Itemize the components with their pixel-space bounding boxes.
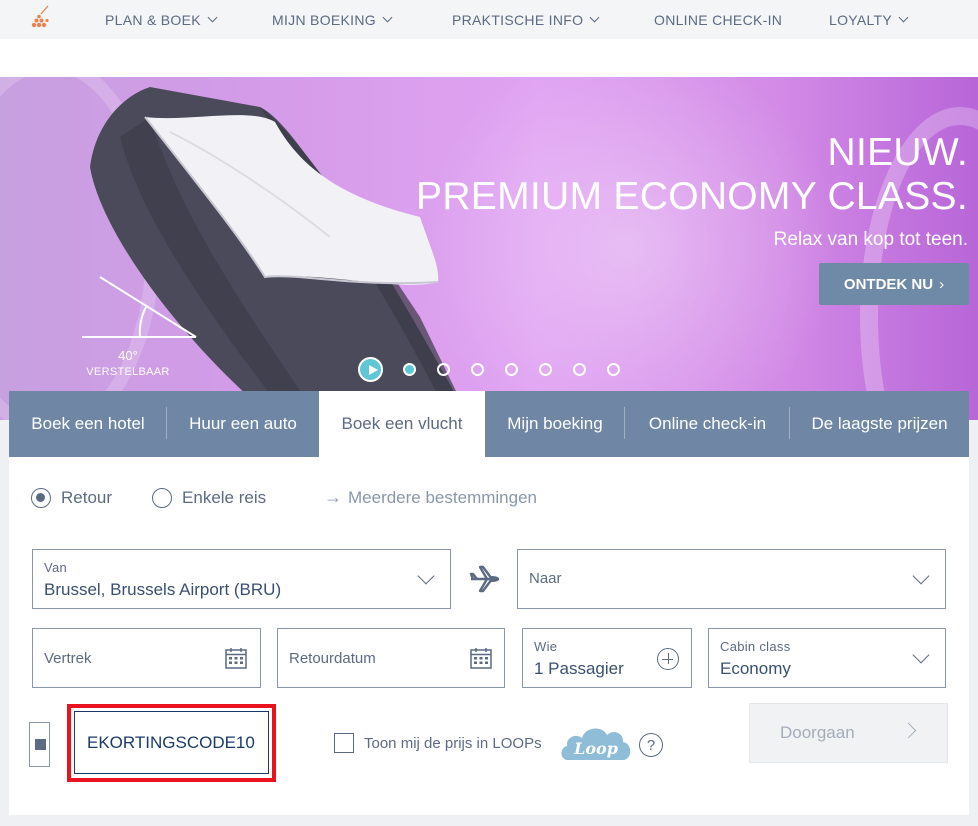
- chevron-down-icon: [912, 567, 930, 585]
- continue-label: Doorgaan: [780, 723, 855, 742]
- carousel-dot[interactable]: [607, 362, 620, 376]
- passengers-field[interactable]: Wie 1 Passagier: [522, 628, 692, 688]
- carousel-dot[interactable]: [573, 362, 586, 376]
- calendar-icon: [225, 648, 247, 669]
- departure-placeholder: Vertrek: [44, 650, 92, 667]
- hero-title: NIEUW. PREMIUM ECONOMY CLASS.: [416, 131, 968, 219]
- cabin-class-field[interactable]: Cabin class Economy: [708, 628, 946, 688]
- chevron-right-icon: ›: [939, 275, 945, 293]
- booking-tabs: Boek een hotel Huur een auto Boek een vl…: [9, 391, 969, 457]
- loops-label[interactable]: Toon mij de prijs in LOOPs: [364, 735, 542, 752]
- nav-label: ONLINE CHECK-IN: [654, 11, 783, 28]
- origin-field[interactable]: Van Brussel, Brussels Airport (BRU): [32, 549, 451, 609]
- tab-book-flight[interactable]: Boek een vlucht: [319, 391, 485, 457]
- carousel-controls: [358, 356, 620, 382]
- nav-label: PLAN & BOEK: [105, 11, 201, 28]
- carousel-dot[interactable]: [471, 362, 484, 376]
- loop-logo-text: Loop: [573, 739, 618, 758]
- multi-city-link[interactable]: → Meerdere bestemmingen: [324, 487, 537, 508]
- nav-label: PRAKTISCHE INFO: [452, 11, 584, 28]
- destination-placeholder: Naar: [529, 570, 562, 587]
- tab-rent-car[interactable]: Huur een auto: [167, 391, 319, 457]
- nav-mijn-boeking[interactable]: MIJN BOEKING: [272, 0, 393, 39]
- radio-retour-label[interactable]: Retour: [61, 488, 112, 508]
- return-date-field[interactable]: Retourdatum: [277, 628, 505, 688]
- hero-subtitle: Relax van kop tot teen.: [773, 229, 968, 250]
- passengers-value: 1 Passagier: [534, 659, 624, 678]
- nav-praktische-info[interactable]: PRAKTISCHE INFO: [452, 0, 600, 39]
- chevron-down-icon: [589, 12, 600, 23]
- radio-one-way[interactable]: [152, 488, 173, 508]
- angle-caption: VERSTELBAAR: [86, 366, 170, 378]
- radio-one-way-label[interactable]: Enkele reis: [182, 488, 266, 508]
- origin-value: Brussel, Brussels Airport (BRU): [44, 580, 282, 599]
- chevron-right-icon: [900, 722, 917, 739]
- airplane-icon: [469, 565, 499, 593]
- airline-logo-icon[interactable]: [26, 3, 54, 31]
- origin-label: Van: [44, 560, 68, 575]
- radio-retour[interactable]: [31, 488, 51, 508]
- header-spacer: [0, 39, 978, 77]
- nav-label: MIJN BOEKING: [272, 11, 376, 28]
- chevron-down-icon: [417, 567, 435, 585]
- continue-button[interactable]: Doorgaan: [749, 703, 948, 763]
- passengers-label: Wie: [534, 639, 558, 654]
- promo-code-input[interactable]: [74, 711, 269, 774]
- carousel-dot[interactable]: [539, 362, 552, 376]
- carousel-dot[interactable]: [403, 362, 416, 376]
- tab-label: Boek een hotel: [31, 414, 145, 433]
- help-icon[interactable]: ?: [639, 733, 663, 757]
- chevron-down-icon: [912, 646, 930, 664]
- chevron-down-icon: [898, 12, 909, 23]
- hero-title-line2: PREMIUM ECONOMY CLASS.: [416, 175, 968, 218]
- chevron-down-icon: [207, 12, 218, 23]
- cabin-class-value: Economy: [720, 659, 791, 678]
- arrow-right-icon: →: [324, 487, 342, 507]
- destination-field[interactable]: Naar: [517, 549, 946, 609]
- tab-label: De laagste prijzen: [811, 414, 948, 433]
- hero-title-line1: NIEUW.: [827, 131, 968, 174]
- nav-loyalty[interactable]: LOYALTY: [829, 0, 909, 39]
- tab-label: Boek een vlucht: [341, 414, 463, 433]
- nav-plan-boek[interactable]: PLAN & BOEK: [105, 0, 218, 39]
- cabin-class-label: Cabin class: [720, 639, 791, 654]
- top-navigation: PLAN & BOEK MIJN BOEKING PRAKTISCHE INFO…: [0, 0, 978, 39]
- angle-value: 40°: [118, 348, 138, 363]
- return-date-placeholder: Retourdatum: [289, 650, 376, 667]
- nav-label: LOYALTY: [829, 11, 893, 28]
- chevron-down-icon: [382, 12, 393, 23]
- tab-label: Mijn boeking: [507, 414, 603, 433]
- tab-book-hotel[interactable]: Boek een hotel: [9, 391, 167, 457]
- loops-option[interactable]: Toon mij de prijs in LOOPs: [334, 733, 542, 753]
- tab-lowest-prices[interactable]: De laagste prijzen: [790, 391, 969, 457]
- loop-logo-icon: Loop: [561, 728, 631, 760]
- calendar-icon: [470, 648, 492, 669]
- carousel-dot[interactable]: [505, 362, 518, 376]
- tab-label: Huur een auto: [189, 414, 297, 433]
- nav-online-check-in[interactable]: ONLINE CHECK-IN: [654, 0, 782, 39]
- hero-banner[interactable]: 40° VERSTELBAAR NIEUW. PREMIUM ECONOMY C…: [0, 77, 978, 420]
- discover-now-button[interactable]: ONTDEK NU ›: [819, 263, 969, 305]
- loops-checkbox[interactable]: [334, 733, 354, 753]
- play-icon[interactable]: [358, 356, 383, 382]
- recline-angle-label: 40° VERSTELBAAR: [78, 348, 178, 380]
- carousel-dot[interactable]: [437, 362, 450, 376]
- promo-code-checkbox[interactable]: [29, 722, 50, 767]
- plus-circle-icon[interactable]: [657, 648, 679, 670]
- multi-city-label: Meerdere bestemmingen: [348, 487, 537, 507]
- trip-type-options: Retour Enkele reis: [31, 487, 266, 509]
- discover-now-label: ONTDEK NU: [843, 275, 934, 293]
- tab-online-check-in[interactable]: Online check-in: [625, 391, 790, 457]
- tab-my-booking[interactable]: Mijn boeking: [485, 391, 625, 457]
- departure-date-field[interactable]: Vertrek: [32, 628, 261, 688]
- tab-label: Online check-in: [648, 414, 767, 433]
